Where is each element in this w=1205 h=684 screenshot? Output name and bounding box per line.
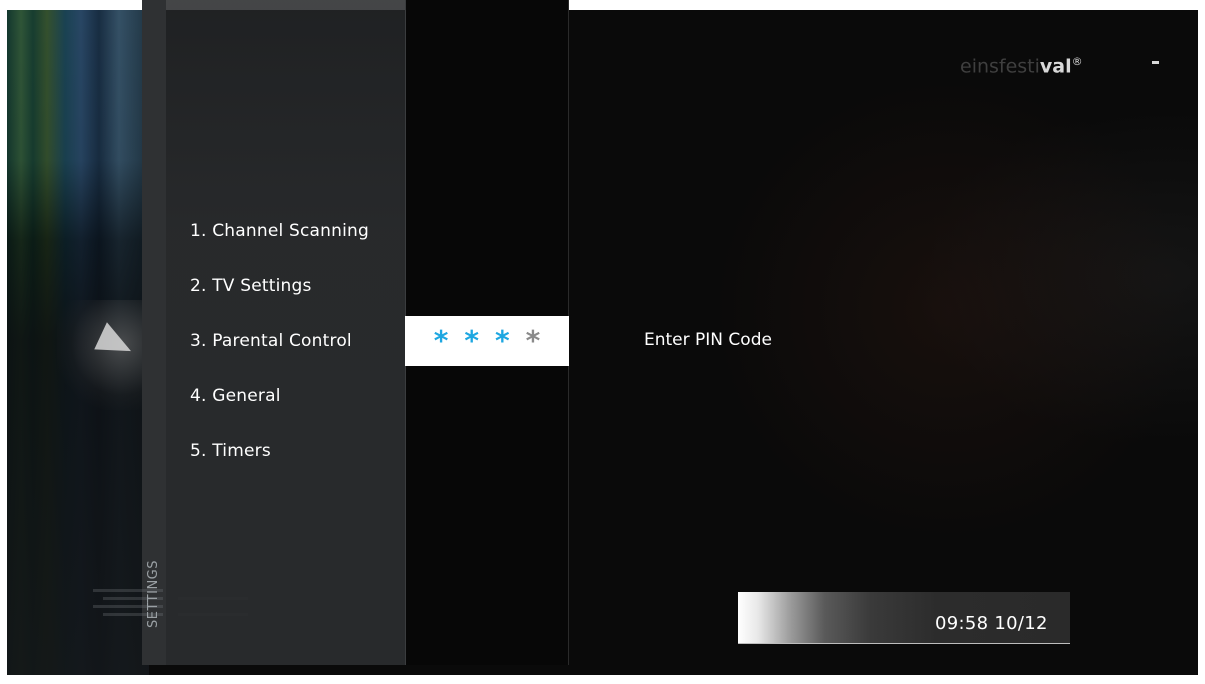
channel-logo: einsfestival® [960,55,1083,77]
pin-entry-field[interactable]: * * * * [405,316,569,366]
pin-prompt-label: Enter PIN Code [644,330,772,350]
channel-logo-mark: ® [1071,55,1083,68]
channel-logo-bold: val [1039,55,1072,78]
background-video-figure [57,300,149,410]
pin-digit-entered: * [464,324,479,357]
pin-digit-empty: * [525,324,541,357]
menu-item-general[interactable]: 4. General [190,386,281,406]
clock-date: 09:58 10/12 [935,613,1048,634]
pin-digit-entered: * [433,324,449,357]
settings-sidebar-label: SETTINGS [142,560,232,628]
menu-item-channel-scanning[interactable]: 1. Channel Scanning [190,221,369,241]
menu-item-parental-control[interactable]: 3. Parental Control [190,331,352,351]
pin-digit-entered: * [495,324,510,357]
menu-item-timers[interactable]: 5. Timers [190,441,271,461]
channel-logo-light: einsfesti [960,55,1040,78]
channel-logo-dash [1152,61,1159,64]
menu-item-tv-settings[interactable]: 2. TV Settings [190,276,312,296]
